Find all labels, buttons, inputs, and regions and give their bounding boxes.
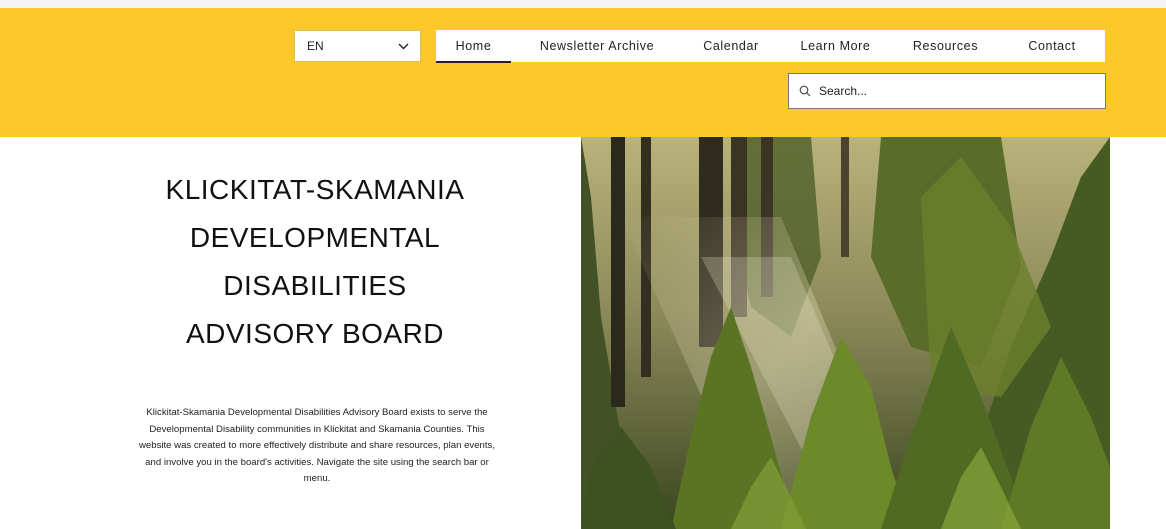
intro-description: Klickitat-Skamania Developmental Disabil…	[138, 407, 496, 484]
forest-image	[581, 137, 1110, 529]
language-value: EN	[307, 39, 324, 53]
page-title: KLICKITAT-SKAMANIA DEVELOPMENTAL DISABIL…	[100, 166, 530, 358]
nav-item-newsletter-archive[interactable]: Newsletter Archive	[511, 30, 683, 62]
nav-item-learn-more[interactable]: Learn More	[779, 30, 892, 62]
search-bar[interactable]	[788, 73, 1106, 109]
page: EN Home Newsletter Archive Calendar Lear…	[0, 0, 1166, 529]
site-header: EN Home Newsletter Archive Calendar Lear…	[0, 8, 1166, 137]
title-line: KLICKITAT-SKAMANIA	[165, 174, 465, 205]
nav-item-resources[interactable]: Resources	[892, 30, 999, 62]
main-nav: Home Newsletter Archive Calendar Learn M…	[436, 30, 1105, 63]
search-icon	[799, 85, 819, 97]
nav-item-contact[interactable]: Contact	[999, 30, 1105, 62]
title-line: ADVISORY BOARD	[185, 318, 445, 349]
title-line: DEVELOPMENTAL	[189, 222, 441, 253]
chevron-down-icon	[398, 43, 409, 50]
language-select[interactable]: EN	[294, 30, 421, 62]
search-input[interactable]	[819, 84, 1089, 98]
nav-item-calendar[interactable]: Calendar	[683, 30, 779, 62]
nav-item-home[interactable]: Home	[436, 30, 511, 63]
title-line: DISABILITIES	[223, 270, 407, 301]
